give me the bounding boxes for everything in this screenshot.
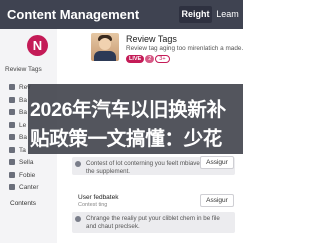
settings-icon (9, 184, 15, 191)
assign-button[interactable]: Assigur (200, 156, 234, 169)
profile-title: Review Tags (126, 34, 177, 44)
folder-icon (9, 171, 15, 178)
sidebar-item[interactable]: Fobie (9, 170, 39, 183)
badge-group: LIVE 2 3+ (126, 55, 171, 64)
sidebar-item-label: Canter (19, 184, 39, 191)
sidebar-item-label: Fobie (19, 171, 36, 179)
sidebar-item[interactable]: Canter (9, 182, 39, 195)
more-badge[interactable]: 3+ (155, 55, 170, 63)
tag-icon (9, 146, 15, 153)
list-icon (9, 109, 15, 116)
nav-primary-button[interactable]: Reight (179, 6, 212, 23)
app-title: Content Management (7, 7, 140, 22)
list-icon (9, 121, 15, 128)
promo-overlay-banner[interactable]: 2026年汽车以旧换新补 贴政策一文搞懂：少花 (28, 84, 243, 154)
photo-face (99, 38, 111, 50)
grid-icon (9, 96, 15, 103)
count-badge: 2 (145, 55, 155, 63)
overlay-headline-line-2: 贴政策一文搞懂：少花 (30, 128, 223, 150)
feed-item-text: Chrange the realiy put your cliblet chem… (86, 215, 220, 230)
top-bar: Content Management Reight Leam (0, 0, 243, 29)
overlay-headline-line-1: 2026年汽车以旧换新补 (30, 99, 226, 121)
tag-icon (9, 159, 15, 166)
sidebar-item-label: Sella (19, 159, 34, 166)
avatar[interactable]: N (27, 35, 48, 56)
layers-icon (9, 134, 15, 141)
sidebar-item-label: Ta (19, 146, 26, 154)
profile-description: Review tag aging too mirenlatich a made. (126, 45, 244, 52)
photo-shirt (94, 51, 116, 61)
sidebar-item-label: Ba (19, 109, 27, 116)
sidebar-user-name: Review Tags (5, 66, 42, 73)
live-badge: LIVE (126, 55, 145, 63)
grid-icon (9, 84, 15, 91)
profile-photo (91, 33, 119, 61)
sidebar-item-label: Ba (19, 96, 27, 104)
comment-icon (75, 161, 81, 167)
sidebar-item[interactable]: Sella (9, 157, 39, 170)
assign-button[interactable]: Assigur (200, 194, 234, 207)
sidebar-item-label: Ba (19, 134, 27, 141)
feed-item-body: Chrange the realiy put your cliblet chem… (72, 212, 235, 233)
nav-secondary-button[interactable]: Leam (214, 6, 241, 23)
profile-card: Review Tags Review tag aging too mirenla… (85, 29, 243, 71)
sidebar-item-label: Le (19, 121, 27, 129)
comment-icon (75, 216, 81, 222)
sidebar-section-label: Contents (10, 200, 37, 207)
